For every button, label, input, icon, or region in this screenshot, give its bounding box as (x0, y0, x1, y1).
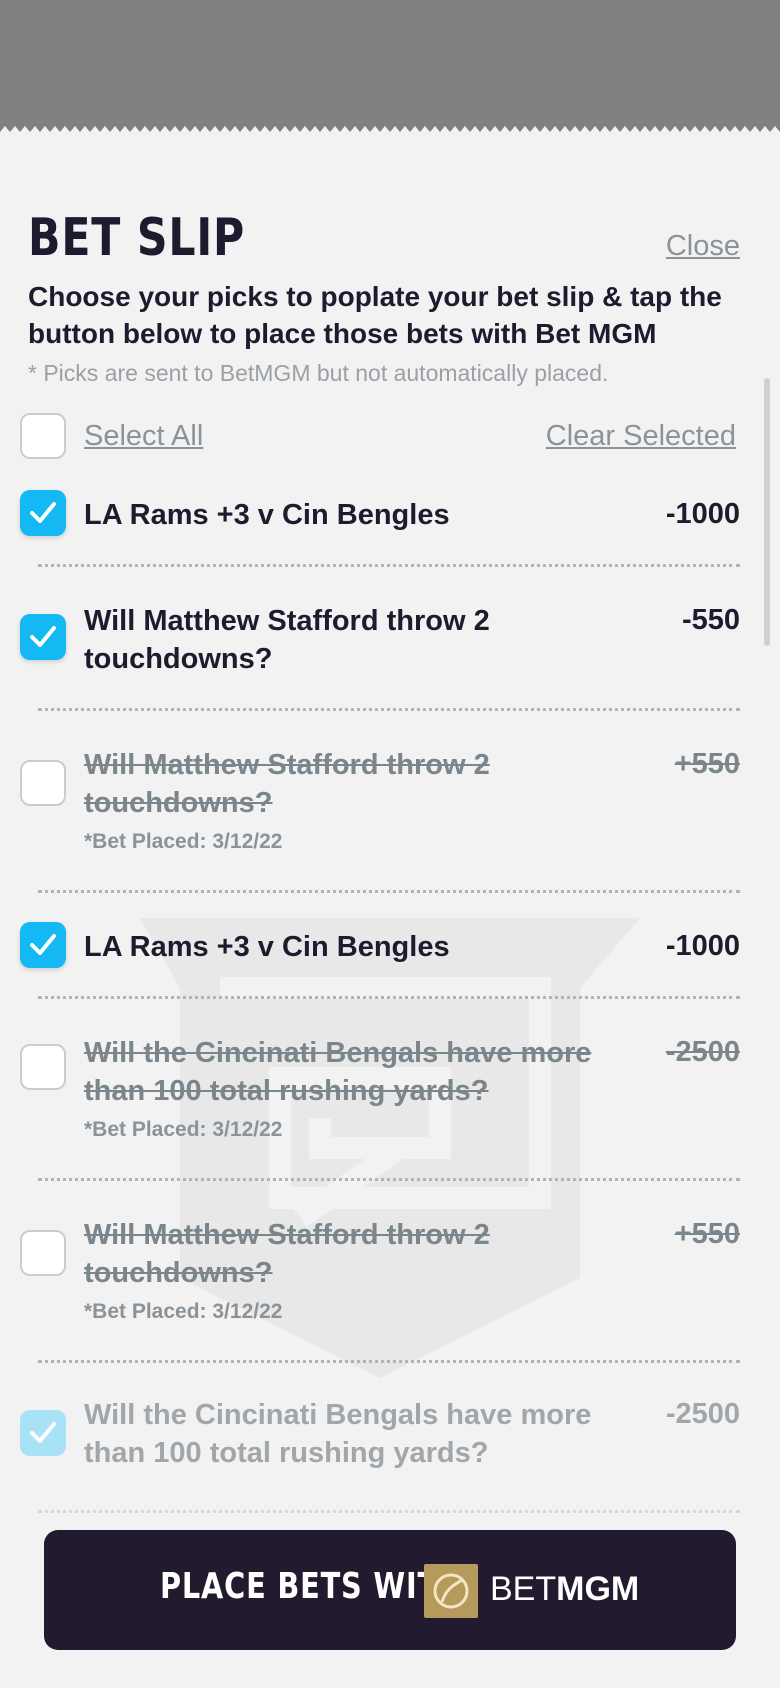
check-icon (30, 502, 56, 523)
brand-mgm-text: MGM (556, 1570, 640, 1608)
bet-label: LA Rams +3 v Cin Bengles (84, 499, 450, 531)
row-divider (38, 1178, 740, 1181)
bet-label: LA Rams +3 v Cin Bengles (84, 931, 450, 963)
row-divider (38, 1510, 740, 1513)
bet-checkbox[interactable] (20, 1230, 66, 1276)
close-link[interactable]: Close (666, 230, 740, 263)
betmgm-wordmark: BETMGM (490, 1570, 639, 1609)
check-icon (30, 626, 56, 647)
bet-odds: +550 (674, 748, 740, 780)
row-divider (38, 708, 740, 711)
bet-checkbox[interactable] (20, 1410, 66, 1456)
bet-label: Will the Cincinati Bengals have more tha… (84, 1399, 592, 1469)
bet-checkbox[interactable] (20, 614, 66, 660)
place-bets-button[interactable]: PLACE BETS WITH BETMGM (44, 1530, 736, 1650)
row-divider (38, 996, 740, 999)
check-icon (30, 1422, 56, 1443)
page-title: BET SLIP (28, 208, 246, 268)
bet-odds: -550 (681, 604, 740, 636)
bet-odds: -2500 (665, 1036, 740, 1068)
disclaimer-note: * Picks are sent to BetMGM but not autom… (28, 360, 609, 386)
bet-odds: +550 (674, 1218, 740, 1250)
brand-bet-text: BET (490, 1570, 557, 1608)
bet-checkbox[interactable] (20, 760, 66, 806)
bet-odds: -1000 (665, 930, 740, 962)
check-icon (30, 934, 56, 955)
row-divider (38, 890, 740, 893)
bet-checkbox[interactable] (20, 1044, 66, 1090)
select-all-link[interactable]: Select All (84, 420, 203, 453)
scrollbar[interactable] (764, 378, 770, 646)
select-all-checkbox[interactable] (20, 413, 66, 459)
dimmed-backdrop[interactable] (0, 0, 780, 138)
bet-label: Will Matthew Stafford throw 2 touchdowns… (84, 749, 490, 819)
row-divider (38, 564, 740, 567)
bet-placed-date: *Bet Placed: 3/12/22 (84, 1300, 283, 1323)
place-bets-label: PLACE BETS WITH (160, 1566, 463, 1607)
bet-label: Will Matthew Stafford throw 2 touchdowns… (84, 1219, 490, 1289)
bet-placed-date: *Bet Placed: 3/12/22 (84, 830, 283, 853)
bet-checkbox[interactable] (20, 922, 66, 968)
row-divider (38, 1360, 740, 1363)
bet-odds: -2500 (665, 1398, 740, 1430)
instructions-text: Choose your picks to poplate your bet sl… (28, 281, 722, 349)
bet-label: Will Matthew Stafford throw 2 touchdowns… (84, 605, 490, 675)
betmgm-lion-icon (424, 1564, 478, 1618)
bet-checkbox[interactable] (20, 490, 66, 536)
bet-placed-date: *Bet Placed: 3/12/22 (84, 1118, 283, 1141)
bet-odds: -1000 (665, 498, 740, 530)
clear-selected-link[interactable]: Clear Selected (546, 420, 736, 453)
bet-label: Will the Cincinati Bengals have more tha… (84, 1037, 592, 1107)
